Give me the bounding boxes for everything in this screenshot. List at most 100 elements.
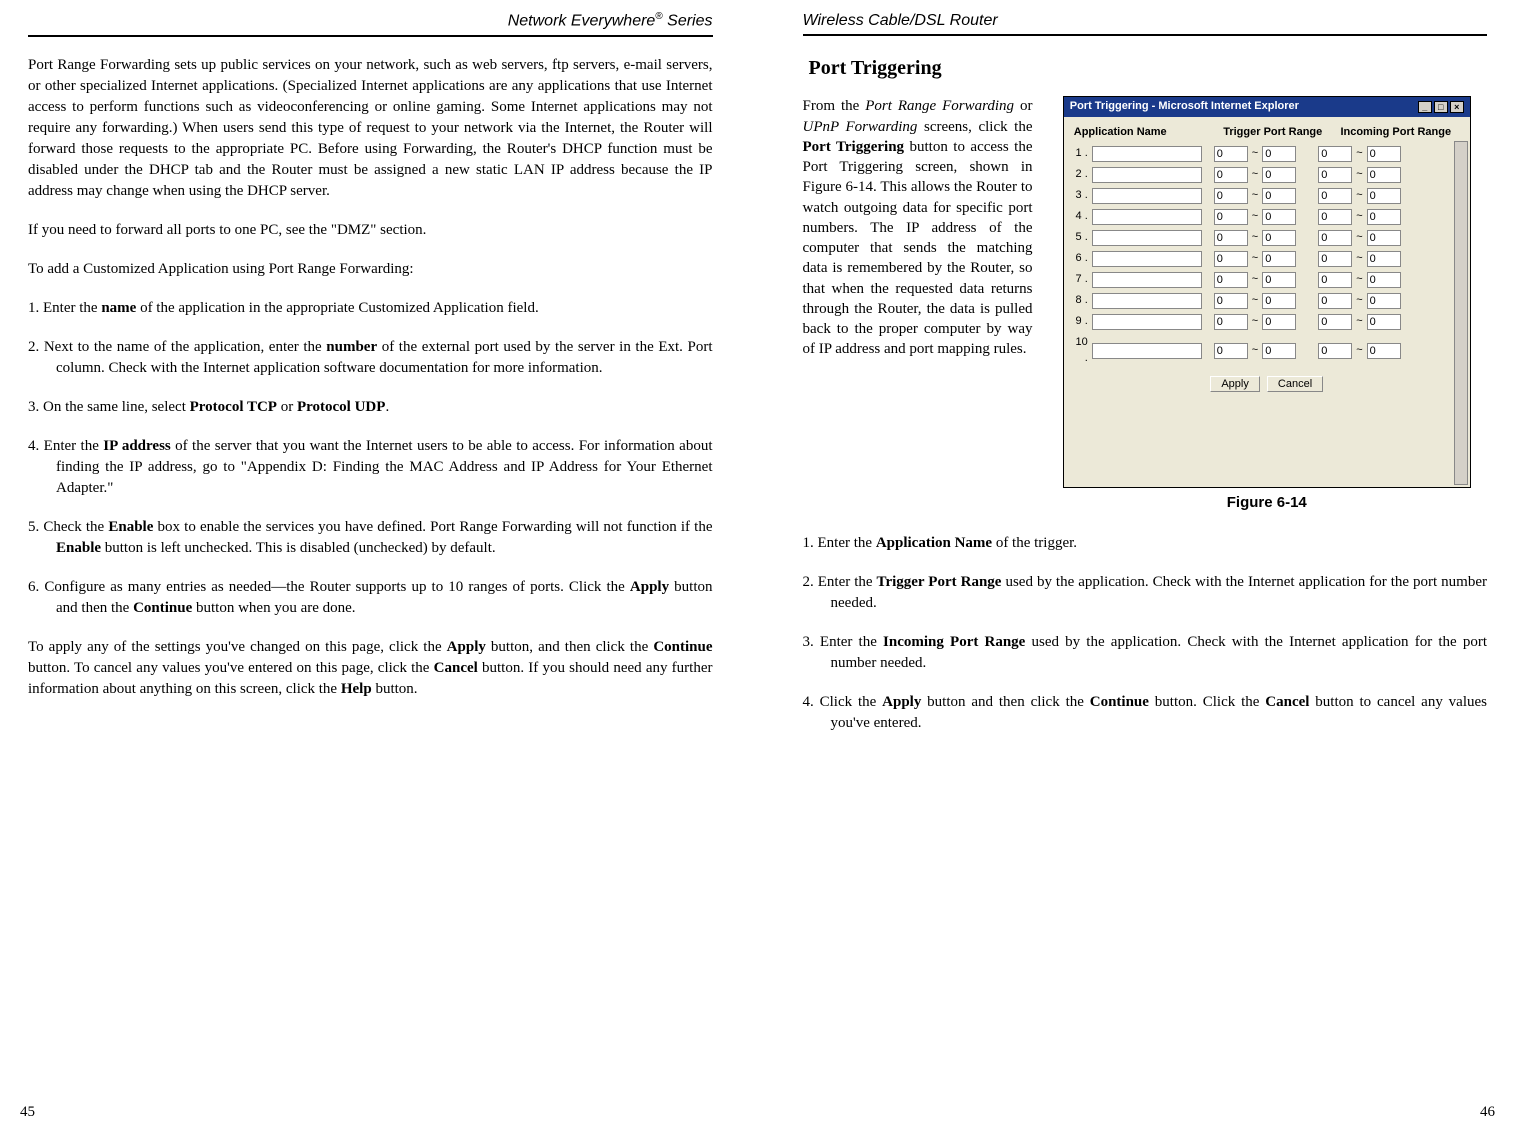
incoming-port-from[interactable] xyxy=(1318,251,1352,267)
incoming-port-to[interactable] xyxy=(1367,251,1401,267)
range-sep: ~ xyxy=(1252,251,1258,266)
range-sep: ~ xyxy=(1356,167,1362,182)
table-row: 2 . ~ ~ xyxy=(1074,167,1460,183)
trigger-port-from[interactable] xyxy=(1214,293,1248,309)
row-number: 2 . xyxy=(1074,167,1092,182)
right-page-number: 46 xyxy=(1480,1102,1495,1123)
incoming-port-to[interactable] xyxy=(1367,167,1401,183)
incoming-port-to[interactable] xyxy=(1367,188,1401,204)
range-sep: ~ xyxy=(1252,293,1258,308)
trigger-port-to[interactable] xyxy=(1262,146,1296,162)
left-header-row: Network Everywhere® Series xyxy=(28,10,713,37)
table-row: 7 . ~ ~ xyxy=(1074,272,1460,288)
incoming-port-to[interactable] xyxy=(1367,314,1401,330)
table-row: 5 .~~ xyxy=(1074,230,1460,246)
range-sep: ~ xyxy=(1356,188,1362,203)
trigger-port-from[interactable] xyxy=(1214,188,1248,204)
trigger-port-from[interactable] xyxy=(1214,314,1248,330)
range-sep: ~ xyxy=(1252,343,1258,358)
trigger-port-from[interactable] xyxy=(1214,167,1248,183)
left-page: Network Everywhere® Series Port Range Fo… xyxy=(0,0,758,1133)
cancel-button[interactable]: Cancel xyxy=(1267,376,1323,392)
incoming-port-to[interactable] xyxy=(1367,343,1401,359)
left-steps: 1. Enter the name of the application in … xyxy=(28,298,713,619)
incoming-port-to[interactable] xyxy=(1367,230,1401,246)
range-sep: ~ xyxy=(1356,293,1362,308)
app-name-input[interactable] xyxy=(1092,272,1202,288)
range-sep: ~ xyxy=(1252,209,1258,224)
left-step-4: 4. Enter the IP address of the server th… xyxy=(28,436,713,499)
app-name-input[interactable] xyxy=(1092,293,1202,309)
row-number: 3 . xyxy=(1074,188,1092,203)
left-p1: Port Range Forwarding sets up public ser… xyxy=(28,55,713,202)
trigger-port-to[interactable] xyxy=(1262,230,1296,246)
trigger-port-to[interactable] xyxy=(1262,251,1296,267)
app-name-input[interactable] xyxy=(1092,314,1202,330)
range-sep: ~ xyxy=(1252,272,1258,287)
incoming-port-from[interactable] xyxy=(1318,209,1352,225)
row-number: 7 . xyxy=(1074,272,1092,287)
range-sep: ~ xyxy=(1356,251,1362,266)
range-sep: ~ xyxy=(1252,314,1258,329)
window-body: Application Name Trigger Port Range Inco… xyxy=(1064,117,1470,487)
left-p4: To apply any of the settings you've chan… xyxy=(28,637,713,700)
table-row: 8 . ~ ~ xyxy=(1074,293,1460,309)
incoming-port-from[interactable] xyxy=(1318,230,1352,246)
minimize-icon[interactable]: _ xyxy=(1418,101,1432,113)
right-step-2: 2. Enter the Trigger Port Range used by … xyxy=(803,572,1488,614)
trigger-port-to[interactable] xyxy=(1262,272,1296,288)
trigger-port-to[interactable] xyxy=(1262,167,1296,183)
trigger-port-from[interactable] xyxy=(1214,209,1248,225)
incoming-port-from[interactable] xyxy=(1318,167,1352,183)
incoming-port-to[interactable] xyxy=(1367,293,1401,309)
trigger-port-to[interactable] xyxy=(1262,209,1296,225)
trigger-port-from[interactable] xyxy=(1214,251,1248,267)
left-step-5: 5. Check the Enable box to enable the se… xyxy=(28,517,713,559)
range-sep: ~ xyxy=(1252,167,1258,182)
range-sep: ~ xyxy=(1356,343,1362,358)
trigger-port-to[interactable] xyxy=(1262,188,1296,204)
trigger-port-from[interactable] xyxy=(1214,146,1248,162)
incoming-port-to[interactable] xyxy=(1367,146,1401,162)
close-icon[interactable]: × xyxy=(1450,101,1464,113)
app-name-input[interactable] xyxy=(1092,343,1202,359)
left-p2: If you need to forward all ports to one … xyxy=(28,220,713,241)
app-name-input[interactable] xyxy=(1092,209,1202,225)
range-sep: ~ xyxy=(1356,209,1362,224)
incoming-port-to[interactable] xyxy=(1367,272,1401,288)
maximize-icon[interactable]: □ xyxy=(1434,101,1448,113)
incoming-port-from[interactable] xyxy=(1318,188,1352,204)
trigger-port-to[interactable] xyxy=(1262,343,1296,359)
trigger-port-to[interactable] xyxy=(1262,293,1296,309)
left-step-6: 6. Configure as many entries as needed—t… xyxy=(28,577,713,619)
incoming-port-from[interactable] xyxy=(1318,314,1352,330)
table-row: 1 .~~ xyxy=(1074,146,1460,162)
app-name-input[interactable] xyxy=(1092,188,1202,204)
incoming-port-from[interactable] xyxy=(1318,293,1352,309)
row-number: 8 . xyxy=(1074,293,1092,308)
col-app-name: Application Name xyxy=(1074,125,1214,140)
trigger-port-from[interactable] xyxy=(1214,343,1248,359)
app-name-input[interactable] xyxy=(1092,230,1202,246)
trigger-port-from[interactable] xyxy=(1214,230,1248,246)
range-sep: ~ xyxy=(1356,146,1362,161)
incoming-port-from[interactable] xyxy=(1318,272,1352,288)
app-name-input[interactable] xyxy=(1092,251,1202,267)
app-name-input[interactable] xyxy=(1092,146,1202,162)
incoming-port-from[interactable] xyxy=(1318,343,1352,359)
right-header-title: Wireless Cable/DSL Router xyxy=(803,10,998,32)
left-step-2: 2. Next to the name of the application, … xyxy=(28,337,713,379)
scrollbar[interactable] xyxy=(1454,141,1468,485)
trigger-port-to[interactable] xyxy=(1262,314,1296,330)
incoming-port-to[interactable] xyxy=(1367,209,1401,225)
figure-caption: Figure 6-14 xyxy=(1227,492,1307,513)
col-incoming-range: Incoming Port Range xyxy=(1332,125,1460,140)
range-sep: ~ xyxy=(1356,272,1362,287)
app-name-input[interactable] xyxy=(1092,167,1202,183)
trigger-port-from[interactable] xyxy=(1214,272,1248,288)
right-page: Wireless Cable/DSL Router Port Triggerin… xyxy=(758,0,1515,1133)
incoming-port-from[interactable] xyxy=(1318,146,1352,162)
left-page-number: 45 xyxy=(20,1102,35,1123)
range-sep: ~ xyxy=(1252,146,1258,161)
apply-button[interactable]: Apply xyxy=(1210,376,1260,392)
